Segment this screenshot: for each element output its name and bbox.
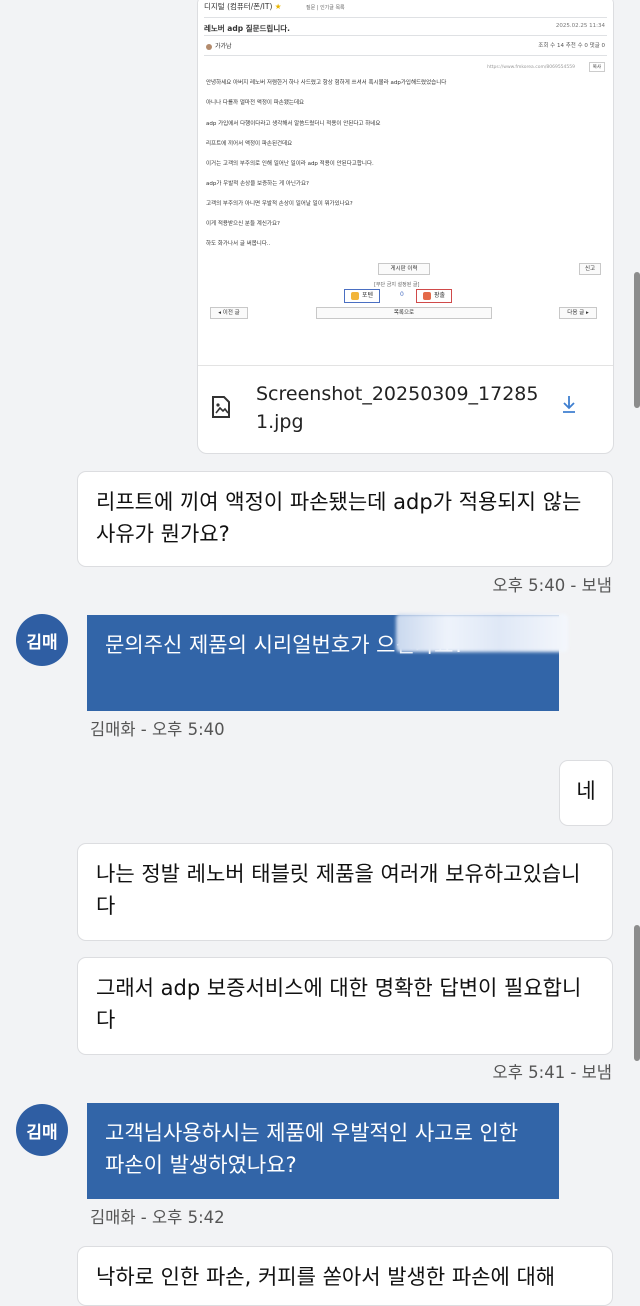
message-meta: 오후 5:41 - 보냄 xyxy=(492,1063,612,1082)
scrollbar-thumb[interactable] xyxy=(634,272,640,408)
preview-report-button: 신고 xyxy=(579,263,601,275)
preview-policy-text: [무단 금지 설정된 글] xyxy=(374,282,420,288)
preview-body-line: 리프트에 끼어서 액정이 파손된건데요 xyxy=(206,141,293,147)
agent-avatar: 김매 xyxy=(16,614,68,666)
user-message-bubble[interactable]: 낙하로 인한 파손, 커피를 쏟아서 발생한 파손에 대해 xyxy=(77,1246,613,1306)
preview-body-line: adp 가입에서 다행이다라고 생각해서 알씀드렸더니 적용이 안된다고 하네요 xyxy=(206,121,381,127)
attachment-file-row[interactable]: Screenshot_20250309_172851.jpg xyxy=(198,366,613,453)
preview-history-button: 게시판 이력 xyxy=(378,263,430,275)
preview-breadcrumb: 디지털 (컴퓨터/폰/IT) ★ xyxy=(204,2,282,11)
preview-post-title: 레노버 adp 질문드립니다. xyxy=(204,24,290,33)
attachment-file-name[interactable]: Screenshot_20250309_172851.jpg xyxy=(256,380,556,436)
preview-body-line: 아니나 다를까 얼마전 액정이 파손됐는데요 xyxy=(206,100,305,106)
preview-author: 가가남 xyxy=(206,41,232,50)
divider xyxy=(204,55,607,56)
star-icon: ★ xyxy=(274,2,282,11)
preview-copy-button: 복사 xyxy=(588,62,605,72)
preview-post-date: 2025.02.25 11:34 xyxy=(555,23,605,29)
preview-url: https://www.fmkorea.com/8069554559 xyxy=(487,65,575,70)
thumbs-up-icon xyxy=(351,291,359,300)
user-message-bubble[interactable]: 나는 정발 레노버 태블릿 제품을 여러개 보유하고있습니다 xyxy=(77,843,613,941)
scrollbar-thumb[interactable] xyxy=(634,925,640,1061)
agent-message-bubble[interactable]: 고객님사용하시는 제품에 우발적인 사고로 인한 파손이 발생하였나요? xyxy=(87,1103,559,1199)
preview-prev-button: ◂ 이전 글 xyxy=(210,307,248,319)
preview-next-button: 다음 글 ▸ xyxy=(559,307,597,319)
preview-body-line: 이거는 고객의 부주의로 인해 일어난 일이라 adp 적용이 안된다고합니다. xyxy=(206,161,374,167)
preview-body-line: 고객의 부주의가 아니면 우발적 손상이 일어날 일이 뭐가있나요? xyxy=(206,201,353,207)
preview-vote-count: 0 xyxy=(400,291,404,298)
divider xyxy=(204,35,607,36)
preview-body-line: 이게 적용받으신 분들 계신가요? xyxy=(206,221,280,227)
author-avatar-icon xyxy=(206,43,212,50)
preview-body-line: 안녕하세요 아버지 레노버 저렴한거 하나 사드렸고 항상 험하게 쓰셔서 혹시… xyxy=(206,80,447,86)
message-meta: 김매화 - 오후 5:40 xyxy=(90,720,225,739)
user-message-bubble[interactable]: 리프트에 끼여 액정이 파손됐는데 adp가 적용되지 않는 사유가 뭔가요? xyxy=(77,471,613,567)
attachment-image-preview[interactable]: 디지털 (컴퓨터/폰/IT) ★ 질문 | 인기글 목록 레노버 adp 질문드… xyxy=(198,0,613,366)
divider xyxy=(204,17,607,18)
user-message-bubble[interactable]: 네 xyxy=(559,760,613,826)
download-icon[interactable] xyxy=(561,394,577,414)
message-meta: 김매화 - 오후 5:42 xyxy=(90,1208,225,1227)
preview-vote-down: 팡출 xyxy=(416,289,453,303)
preview-breadcrumb-links: 질문 | 인기글 목록 xyxy=(306,5,345,11)
redacted-serial-overlay xyxy=(396,614,568,652)
user-message-bubble[interactable]: 그래서 adp 보증서비스에 대한 명확한 답변이 필요합니다 xyxy=(77,957,613,1055)
message-meta: 오후 5:40 - 보냄 xyxy=(492,576,612,595)
attachment-card[interactable]: 디지털 (컴퓨터/폰/IT) ★ 질문 | 인기글 목록 레노버 adp 질문드… xyxy=(197,0,614,454)
agent-avatar: 김매 xyxy=(16,1104,68,1156)
preview-body-line: adp가 우발적 손상을 보증하는 게 아닌가요? xyxy=(206,181,309,187)
preview-stats: 조회 수 14 추천 수 0 댓글 0 xyxy=(538,43,605,49)
image-file-icon xyxy=(211,396,231,418)
thumbs-down-icon xyxy=(423,291,431,300)
preview-list-button: 목록으로 xyxy=(316,307,492,319)
preview-body-line: 하도 화가나서 글 써봅니다.. xyxy=(206,241,271,247)
preview-vote-up: 포텐 xyxy=(344,289,381,303)
